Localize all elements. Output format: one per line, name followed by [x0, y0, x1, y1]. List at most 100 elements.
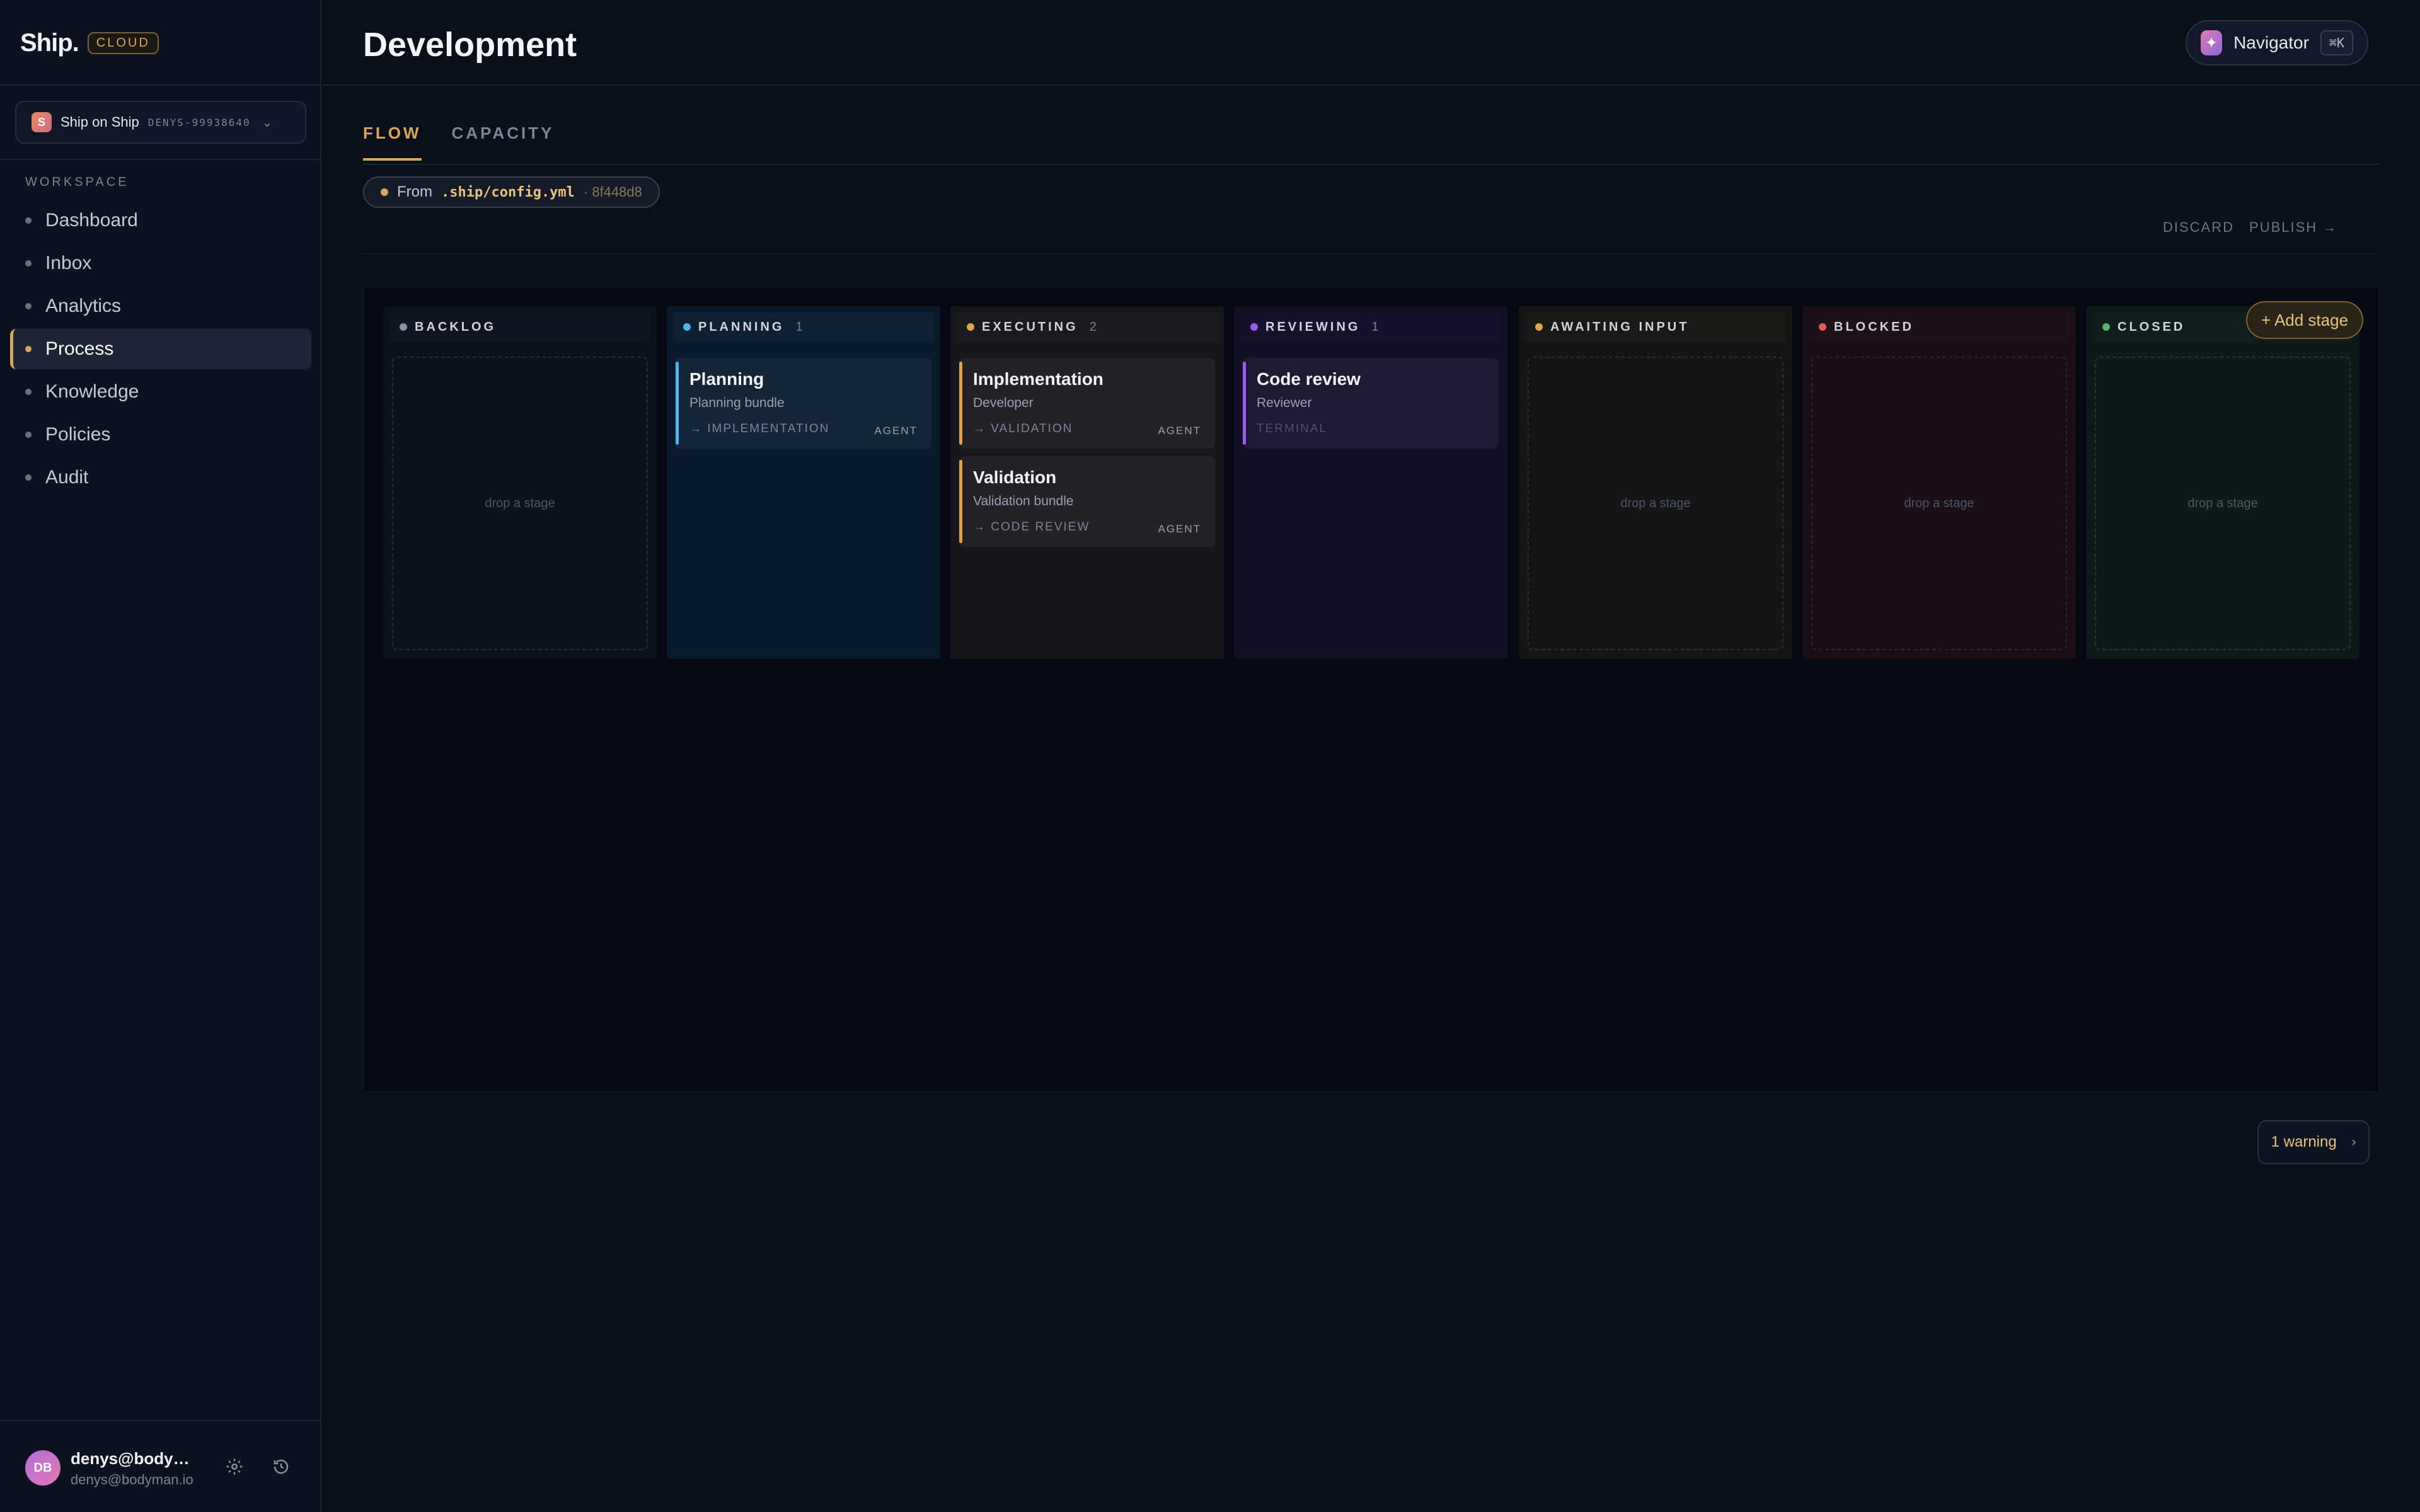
column-header: AWAITING INPUT — [1525, 312, 1786, 341]
card-tag: AGENT — [1158, 523, 1201, 535]
status-dot — [381, 188, 388, 196]
bullet-icon — [25, 346, 32, 352]
stage-card-planning[interactable]: Planning Planning bundle → IMPLEMENTATION A… — [676, 358, 931, 449]
card-subtitle: Reviewer — [1257, 396, 1312, 410]
sidebar: Ship. CLOUD S Ship on Ship DENYS-9993864… — [0, 0, 321, 1512]
config-prefix: From — [397, 183, 432, 200]
sidebar-item-policies[interactable]: Policies — [10, 415, 311, 455]
card-accent — [959, 460, 962, 543]
warnings-button[interactable]: 1 warning › — [2257, 1120, 2370, 1164]
publish-button[interactable]: PUBLISH → — [2249, 219, 2337, 236]
card-accent — [676, 362, 679, 445]
column-count: 1 — [1371, 319, 1379, 334]
bullet-icon — [25, 260, 32, 266]
brand-logo: Ship. — [20, 28, 79, 57]
stage-column-executing: EXECUTING 2 Implementation Developer → VALID… — [950, 306, 1224, 659]
sidebar-item-inbox[interactable]: Inbox — [10, 243, 311, 284]
stage-column-backlog: BACKLOG drop a stage — [383, 306, 657, 659]
card-subtitle: Developer — [973, 396, 1034, 410]
sidebar-item-knowledge[interactable]: Knowledge — [10, 372, 311, 412]
sidebar-item-label: Knowledge — [45, 381, 139, 402]
status-dot — [1250, 323, 1258, 331]
column-title: AWAITING INPUT — [1550, 319, 1690, 334]
card-accent — [1243, 362, 1246, 445]
column-title: REVIEWING — [1265, 319, 1361, 334]
drop-zone[interactable]: drop a stage — [1528, 357, 1783, 650]
stage-column-blocked: BLOCKED drop a stage — [1802, 306, 2076, 659]
shortcut-hint: ⌘K — [2320, 30, 2353, 55]
user-name: denys@bodyma... — [71, 1449, 203, 1468]
card-title: Code review — [1257, 369, 1361, 389]
org-id: DENYS-99938640 — [147, 116, 251, 129]
column-title: PLANNING — [698, 319, 785, 334]
card-subtitle: Validation bundle — [973, 494, 1074, 508]
column-title: CLOSED — [2118, 319, 2186, 334]
sidebar-item-dashboard[interactable]: Dashboard — [10, 200, 311, 241]
avatar[interactable]: DB — [25, 1450, 60, 1486]
history-icon[interactable] — [267, 1453, 295, 1480]
board-actions: DISCARD PUBLISH → — [2163, 219, 2337, 236]
stage-column-awaiting-input: AWAITING INPUT drop a stage — [1519, 306, 1792, 659]
status-dot — [683, 323, 691, 331]
sidebar-item-audit[interactable]: Audit — [10, 457, 311, 498]
sparkle-icon: ✦ — [2201, 30, 2223, 55]
config-path: .ship/config.yml — [441, 184, 575, 200]
org-switcher[interactable]: S Ship on Ship DENYS-99938640 ⌄ — [15, 101, 306, 144]
stage-column-planning: PLANNING 1 Planning Planning bundle → IMPLEM… — [667, 306, 940, 659]
config-hash: · 8f448d8 — [583, 184, 642, 200]
bullet-icon — [25, 217, 32, 224]
status-dot — [400, 323, 407, 331]
sidebar-nav: Dashboard Inbox Analytics Process Knowledge P… — [10, 200, 311, 500]
column-header: REVIEWING 1 — [1240, 312, 1501, 341]
config-source-pill[interactable]: From .ship/config.yml · 8f448d8 — [363, 176, 660, 208]
column-title: EXECUTING — [982, 319, 1078, 334]
sidebar-item-label: Analytics — [45, 295, 122, 316]
discard-button[interactable]: DISCARD — [2163, 219, 2234, 236]
app-root: Ship. CLOUD S Ship on Ship DENYS-9993864… — [0, 0, 2420, 1512]
card-tag: AGENT — [1158, 425, 1201, 437]
org-name: Ship on Ship — [60, 114, 139, 130]
card-title: Implementation — [973, 369, 1103, 389]
drop-zone[interactable]: drop a stage — [392, 357, 648, 650]
bullet-icon — [25, 432, 32, 438]
chevron-down-icon: ⌄ — [262, 115, 273, 130]
tab-bar: FLOW CAPACITY — [363, 123, 555, 161]
org-avatar: S — [32, 112, 52, 132]
tab-capacity[interactable]: CAPACITY — [452, 123, 555, 161]
tab-flow[interactable]: FLOW — [363, 123, 422, 161]
bullet-icon — [25, 474, 32, 481]
navigator-button[interactable]: ✦ Navigator ⌘K — [2186, 20, 2368, 66]
card-next-stage: → CODE REVIEW — [973, 520, 1090, 534]
status-dot — [1535, 323, 1543, 331]
sidebar-item-label: Dashboard — [45, 210, 138, 231]
navigator-label: Navigator — [2233, 33, 2309, 52]
column-count: 2 — [1089, 319, 1097, 334]
status-dot — [1819, 323, 1826, 331]
sidebar-item-analytics[interactable]: Analytics — [10, 286, 311, 326]
card-subtitle: Planning bundle — [689, 396, 785, 410]
sidebar-item-label: Audit — [45, 467, 89, 488]
stage-card-code-review[interactable]: Code review Reviewer TERMINAL — [1243, 358, 1499, 449]
main-content: Development ✦ Navigator ⌘K FLOW CAPACITY … — [323, 0, 2420, 1512]
status-dot — [967, 323, 974, 331]
card-title: Planning — [689, 369, 764, 389]
card-next-stage: → VALIDATION — [973, 422, 1073, 435]
drop-zone[interactable]: drop a stage — [1811, 357, 2067, 650]
plan-badge: CLOUD — [87, 32, 159, 54]
brand[interactable]: Ship. CLOUD — [20, 25, 159, 60]
sidebar-item-label: Policies — [45, 424, 111, 445]
card-accent — [959, 362, 962, 445]
column-header: BLOCKED — [1809, 312, 2070, 341]
stage-card-implementation[interactable]: Implementation Developer → VALIDATION AGENT — [959, 358, 1215, 449]
user-email: denys@bodyman.io — [71, 1472, 193, 1487]
gear-icon[interactable] — [221, 1453, 248, 1480]
add-stage-button[interactable]: + Add stage — [2246, 301, 2363, 339]
stage-card-validation[interactable]: Validation Validation bundle → CODE REVIEW… — [959, 456, 1215, 547]
drop-zone[interactable]: drop a stage — [2095, 357, 2351, 650]
page-title: Development — [363, 26, 577, 64]
column-title: BACKLOG — [415, 319, 497, 334]
sidebar-divider — [0, 84, 321, 86]
sidebar-item-label: Process — [45, 338, 114, 359]
column-header: PLANNING 1 — [673, 312, 934, 341]
sidebar-item-process[interactable]: Process — [10, 329, 311, 369]
